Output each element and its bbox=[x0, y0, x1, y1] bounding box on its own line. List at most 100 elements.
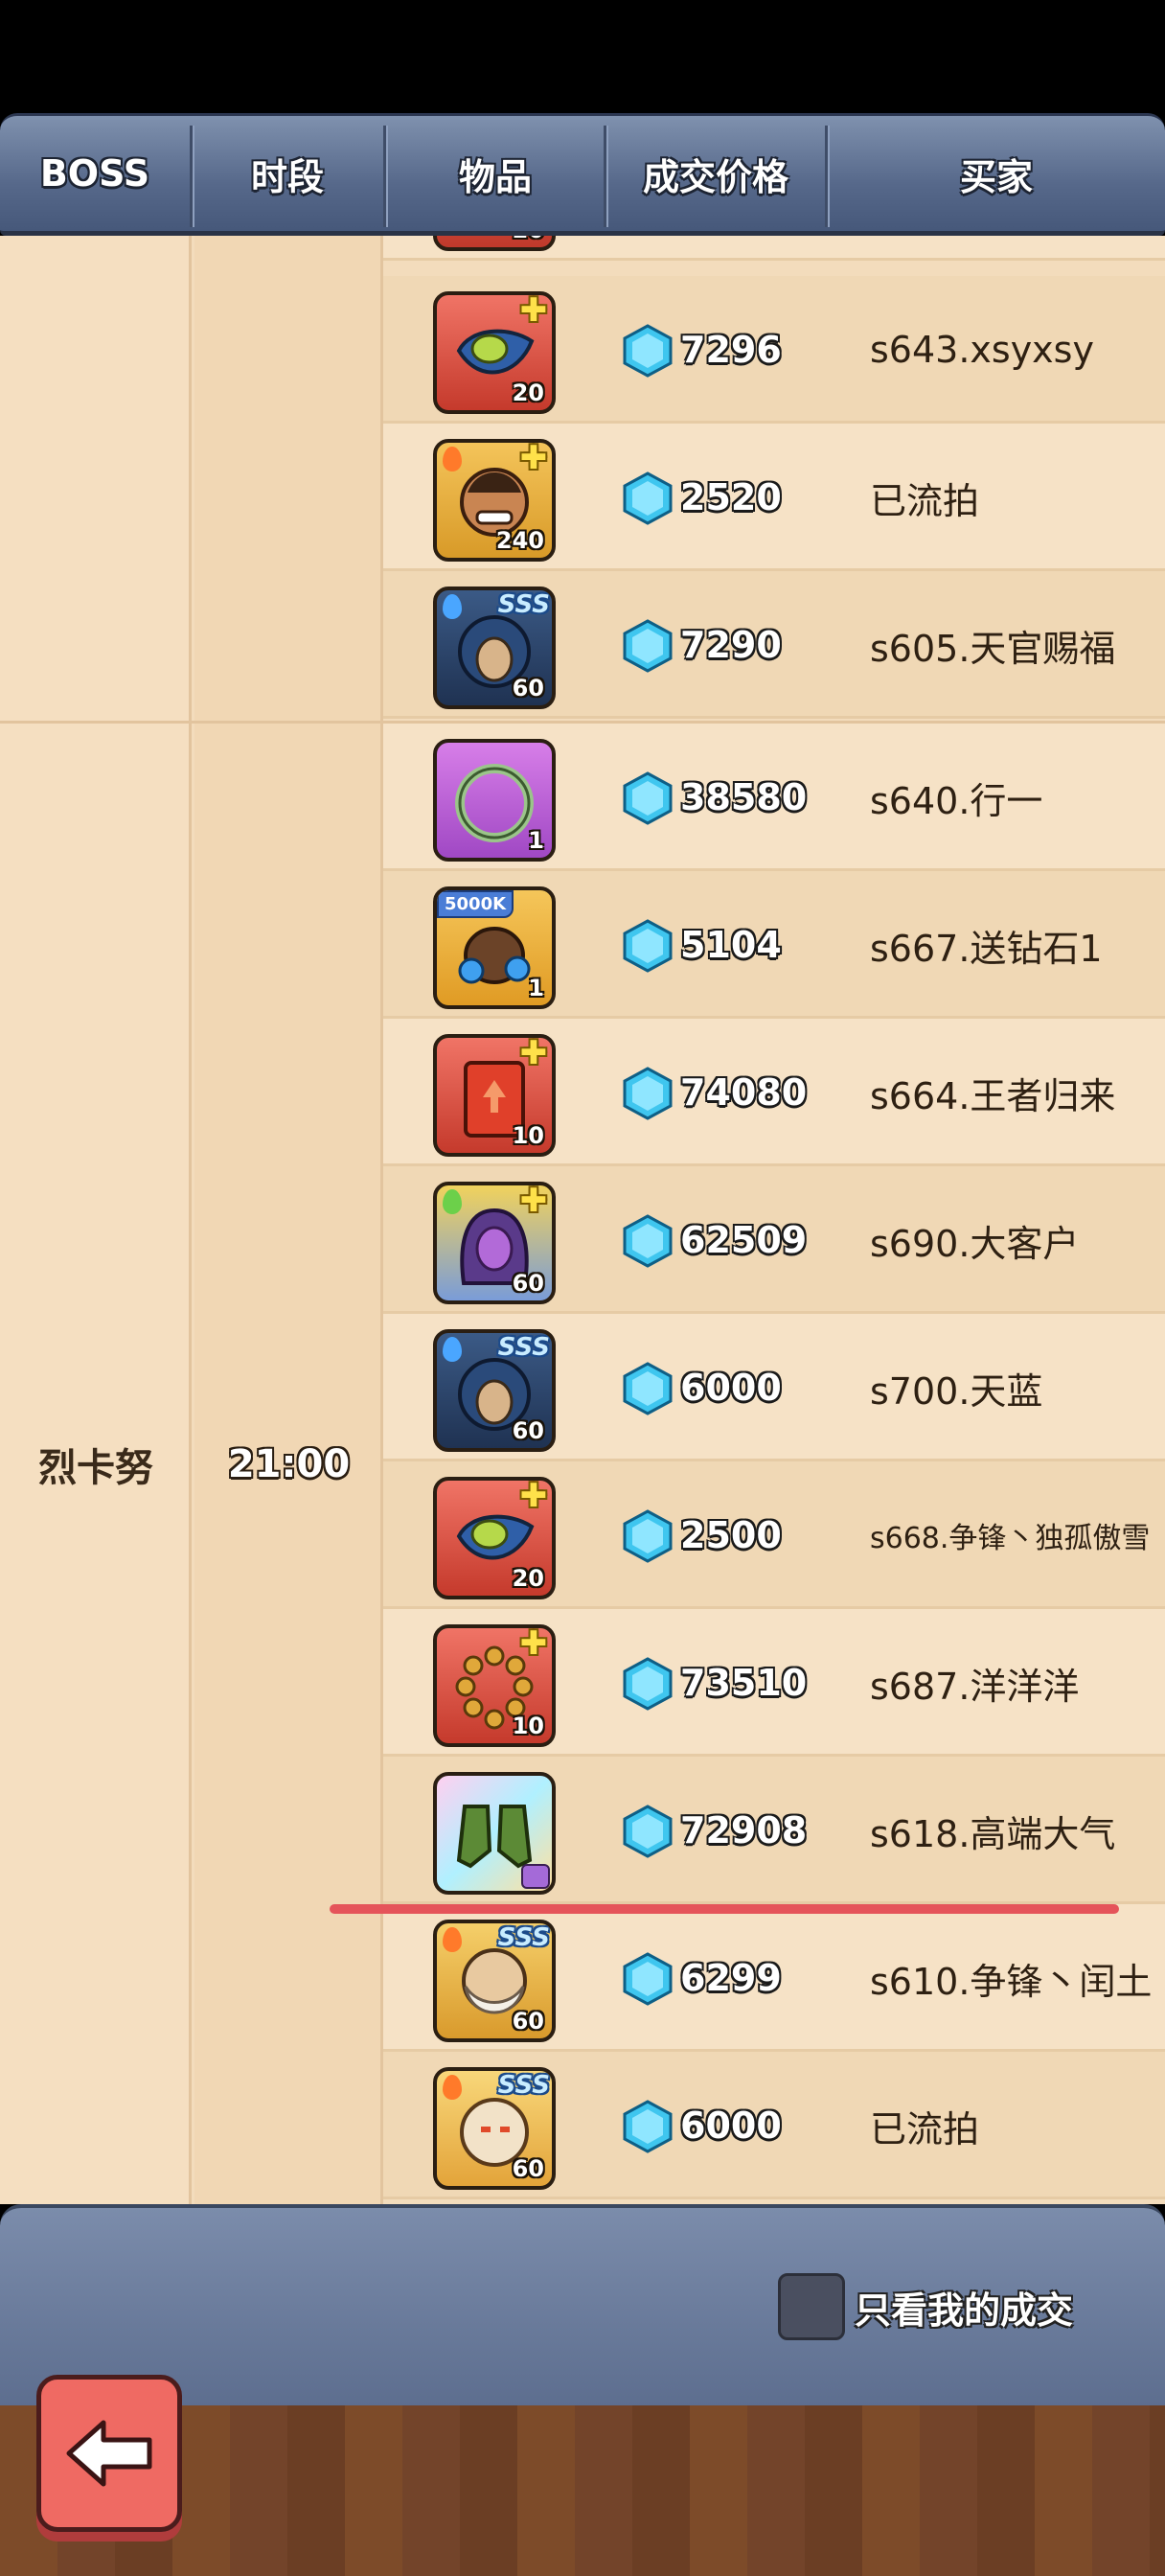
water-icon bbox=[443, 594, 462, 619]
gem-icon bbox=[623, 1362, 673, 1415]
table-row[interactable]: ✚ 240 2520 已流拍 bbox=[383, 424, 1165, 571]
buyer-name: s687.洋洋洋 bbox=[870, 1665, 1080, 1708]
buyer-name: s605.天官赐福 bbox=[870, 627, 1116, 670]
item-quantity: 60 bbox=[512, 1270, 544, 1297]
item-quantity: 60 bbox=[512, 2155, 544, 2182]
gem-icon bbox=[623, 1805, 673, 1858]
item-icon[interactable]: ✚ 20 bbox=[433, 1477, 556, 1599]
only-mine-label[interactable]: 只看我的成交 bbox=[855, 2273, 1073, 2340]
fire-icon bbox=[443, 447, 462, 472]
leaf-icon bbox=[443, 1189, 462, 1214]
gem-icon bbox=[623, 2100, 673, 2153]
fire-icon bbox=[443, 1927, 462, 1952]
item-icon[interactable]: SSS 60 bbox=[433, 586, 556, 709]
wreath-icon bbox=[448, 757, 540, 853]
table-row[interactable]: SSS 60 6000 已流拍 bbox=[383, 2052, 1165, 2199]
buyer-name: 已流拍 bbox=[870, 479, 980, 522]
amount-badge: 5000K bbox=[437, 890, 514, 918]
item-icon[interactable]: SSS 60 bbox=[433, 2067, 556, 2190]
deal-price: 7296 bbox=[680, 329, 782, 371]
item-quantity: 10 bbox=[512, 1122, 544, 1149]
buyer-name: s664.王者归来 bbox=[870, 1074, 1116, 1117]
gem-icon bbox=[623, 472, 673, 525]
item-icon[interactable]: ✚ 60 bbox=[433, 1182, 556, 1304]
item-quantity: 240 bbox=[495, 527, 544, 554]
buyer-name: s618.高端大气 bbox=[870, 1812, 1116, 1855]
deal-price: 6299 bbox=[680, 1957, 782, 1999]
deal-price: 74080 bbox=[680, 1071, 808, 1114]
back-button[interactable] bbox=[36, 2375, 182, 2532]
item-icon[interactable]: ✚ 20 bbox=[433, 291, 556, 414]
table-row[interactable]: 72908 s618.高端大气 bbox=[383, 1757, 1165, 1904]
buyer-name: s668.争锋丶独孤傲雪 bbox=[870, 1522, 1151, 1555]
item-quantity: 60 bbox=[512, 2008, 544, 2035]
deal-price: 38580 bbox=[680, 776, 808, 818]
item-icon[interactable]: 1 bbox=[433, 739, 556, 862]
item-quantity: 60 bbox=[512, 1417, 544, 1444]
item-icon[interactable]: ✚ 10 bbox=[433, 1624, 556, 1747]
table-row[interactable]: 20 bbox=[383, 236, 1165, 261]
header-period: 时段 bbox=[250, 155, 324, 198]
item-icon[interactable]: SSS 60 bbox=[433, 1329, 556, 1452]
deal-price: 62509 bbox=[680, 1219, 808, 1261]
buyer-name: s643.xsyxsy bbox=[870, 329, 1094, 371]
header-buyer: 买家 bbox=[959, 155, 1033, 198]
table-row[interactable]: SSS 60 6299 s610.争锋丶闰土 bbox=[383, 1904, 1165, 2052]
gem-icon bbox=[623, 919, 673, 973]
buyer-name: 已流拍 bbox=[870, 2107, 980, 2150]
gem-icon bbox=[623, 324, 673, 378]
table-row[interactable]: ✚ 20 2500 s668.争锋丶独孤傲雪 bbox=[383, 1461, 1165, 1609]
item-icon[interactable]: ✚ 10 bbox=[433, 1034, 556, 1157]
header-item: 物品 bbox=[458, 155, 532, 198]
header-price: 成交价格 bbox=[642, 155, 788, 198]
gem-icon bbox=[623, 619, 673, 673]
plus-icon: ✚ bbox=[519, 1034, 548, 1072]
item-quantity: 1 bbox=[528, 827, 544, 854]
item-icon[interactable]: SSS 60 bbox=[433, 1920, 556, 2042]
table-row[interactable]: 5000K 1 5104 s667.送钻石1 bbox=[383, 871, 1165, 1019]
plus-icon: ✚ bbox=[519, 439, 548, 477]
item-icon[interactable] bbox=[433, 1772, 556, 1895]
table-row[interactable]: ✚ 10 73510 s687.洋洋洋 bbox=[383, 1609, 1165, 1757]
item-icon[interactable]: 20 bbox=[433, 236, 556, 251]
buyer-name: s640.行一 bbox=[870, 779, 1043, 822]
gem-icon bbox=[623, 1214, 673, 1268]
buyer-name: s667.送钻石1 bbox=[870, 927, 1103, 970]
item-icon[interactable]: 5000K 1 bbox=[433, 886, 556, 1009]
rank-badge: SSS bbox=[497, 2071, 550, 2100]
plus-icon: ✚ bbox=[519, 1477, 548, 1515]
table-row[interactable]: SSS 60 6000 s700.天蓝 bbox=[383, 1314, 1165, 1461]
gem-icon bbox=[623, 771, 673, 825]
gem-icon bbox=[623, 1657, 673, 1711]
deal-price: 2500 bbox=[680, 1514, 782, 1556]
item-icon[interactable]: ✚ 240 bbox=[433, 439, 556, 562]
table-row[interactable]: SSS 60 7290 s605.天官赐福 bbox=[383, 571, 1165, 719]
item-quantity: 1 bbox=[528, 975, 544, 1001]
item-quantity: 10 bbox=[512, 1713, 544, 1739]
table-row[interactable]: 1 38580 s640.行一 bbox=[383, 724, 1165, 871]
gem-bag-icon bbox=[448, 909, 540, 996]
rank-badge: SSS bbox=[497, 1333, 550, 1362]
table-header: BOSS 时段 物品 成交价格 买家 bbox=[0, 113, 1165, 236]
item-quantity: 20 bbox=[512, 380, 544, 406]
buyer-name: s700.天蓝 bbox=[870, 1369, 1043, 1413]
deal-price: 2520 bbox=[680, 476, 782, 518]
water-icon bbox=[443, 1337, 462, 1362]
item-quantity: 20 bbox=[513, 236, 544, 243]
deal-price: 72908 bbox=[680, 1809, 808, 1852]
table-row[interactable]: ✚ 10 74080 s664.王者归来 bbox=[383, 1019, 1165, 1166]
pet-badge-icon bbox=[521, 1864, 550, 1889]
gem-icon bbox=[623, 1509, 673, 1563]
table-row[interactable]: ✚ 60 62509 s690.大客户 bbox=[383, 1166, 1165, 1314]
plus-icon: ✚ bbox=[519, 1624, 548, 1663]
deal-price: 5104 bbox=[680, 924, 782, 966]
status-bar bbox=[0, 0, 1165, 113]
period-time: 21:00 bbox=[227, 1441, 351, 1486]
table-row[interactable]: ✚ 20 7296 s643.xsyxsy bbox=[383, 276, 1165, 424]
item-quantity: 20 bbox=[512, 1565, 544, 1592]
only-mine-checkbox[interactable] bbox=[778, 2273, 845, 2340]
rank-badge: SSS bbox=[497, 590, 550, 619]
deal-price: 6000 bbox=[680, 1367, 782, 1409]
highlight-underline bbox=[330, 1904, 1119, 1914]
arrow-left-icon bbox=[66, 2420, 152, 2487]
